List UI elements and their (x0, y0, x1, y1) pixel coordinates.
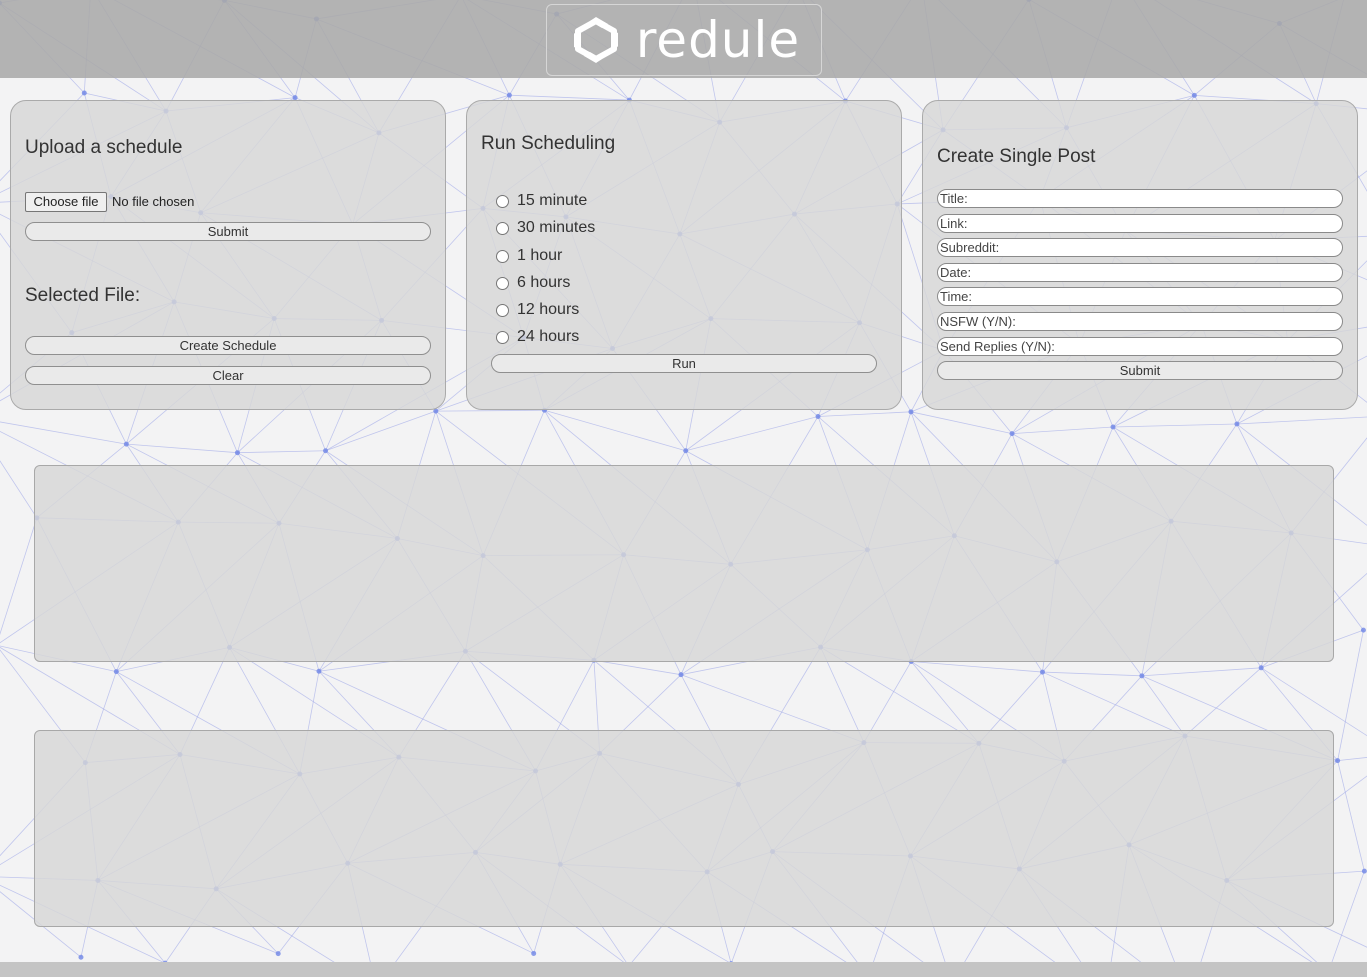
footer-bar (0, 962, 1367, 977)
network-node (1191, 92, 1197, 98)
interval-option-15-minute[interactable]: 15 minute (496, 191, 587, 211)
network-node (275, 951, 281, 957)
network-node (1234, 421, 1240, 427)
logo[interactable]: redule (546, 4, 822, 76)
network-node (1039, 669, 1045, 675)
interval-option-1-hour[interactable]: 1 hour (496, 246, 562, 266)
network-line (911, 661, 1043, 673)
network-line (1141, 667, 1262, 677)
run-scheduling-title: Run Scheduling (481, 133, 616, 154)
selected-file-label: Selected File: (25, 285, 141, 306)
radio-button[interactable] (496, 221, 509, 235)
network-line (435, 409, 545, 412)
network-line (817, 411, 911, 417)
header-bar: redule (0, 0, 1367, 78)
upload-submit-button[interactable]: Submit (25, 222, 431, 241)
send-replies-field[interactable]: Send Replies (Y/N): (937, 337, 1343, 356)
interval-option-label: 1 hour (517, 247, 563, 264)
schedule-display-panel (34, 465, 1334, 662)
date-field[interactable]: Date: (937, 263, 1343, 282)
upload-schedule-card: Upload a schedule Choose file No file ch… (10, 100, 446, 410)
network-line (1011, 426, 1114, 435)
network-node (234, 450, 240, 456)
network-node (815, 414, 821, 420)
create-single-post-card: Create Single Post Title: Link: Subreddi… (922, 100, 1358, 410)
network-line (126, 443, 238, 454)
network-line (1337, 760, 1365, 872)
network-node (678, 672, 684, 678)
network-line (1337, 630, 1364, 761)
choose-file-button[interactable]: Choose file (25, 192, 107, 212)
network-node (1009, 431, 1015, 437)
create-single-post-title: Create Single Post (937, 146, 1096, 167)
network-node (316, 668, 322, 674)
radio-button[interactable] (496, 276, 509, 290)
interval-option-label: 15 minute (517, 192, 588, 209)
interval-option-label: 6 hours (517, 274, 571, 291)
title-field[interactable]: Title: (937, 189, 1343, 208)
network-node (1110, 424, 1116, 430)
network-node (323, 448, 329, 454)
network-line (1184, 667, 1262, 737)
create-schedule-button[interactable]: Create Schedule (25, 336, 431, 355)
interval-option-30-minutes[interactable]: 30 minutes (496, 218, 595, 238)
network-node (81, 90, 87, 96)
network-node (1258, 665, 1264, 671)
network-node (1361, 868, 1367, 874)
network-line (0, 460, 38, 519)
network-node (113, 669, 119, 675)
network-line (1113, 423, 1237, 428)
subreddit-field[interactable]: Subreddit: (937, 238, 1343, 257)
network-line (685, 416, 819, 452)
radio-button[interactable] (496, 194, 509, 208)
network-line (1042, 671, 1142, 677)
network-line (1236, 416, 1367, 425)
network-line (237, 450, 326, 454)
network-node (1139, 673, 1145, 679)
network-node (78, 954, 84, 960)
network-line (544, 409, 686, 452)
network-line (325, 410, 436, 452)
upload-schedule-title: Upload a schedule (25, 137, 183, 158)
radio-button[interactable] (496, 330, 509, 344)
network-node (683, 448, 689, 454)
output-display-panel (34, 730, 1334, 927)
interval-option-6-hours[interactable]: 6 hours (496, 273, 570, 293)
network-node (1360, 627, 1366, 633)
network-line (0, 517, 38, 636)
clear-button[interactable]: Clear (25, 366, 431, 385)
network-node (908, 409, 914, 415)
network-node (531, 950, 537, 956)
network-line (1337, 757, 1367, 762)
no-file-chosen-text: No file chosen (112, 194, 195, 209)
network-node (123, 441, 129, 447)
interval-option-12-hours[interactable]: 12 hours (496, 300, 579, 320)
run-scheduling-card: Run Scheduling 15 minute 30 minutes 1 ho… (466, 100, 902, 410)
post-submit-button[interactable]: Submit (937, 361, 1343, 380)
link-field[interactable]: Link: (937, 214, 1343, 233)
interval-option-label: 12 hours (517, 301, 580, 318)
network-node (1335, 758, 1341, 764)
network-node (506, 92, 512, 98)
logo-text: redule (635, 11, 801, 69)
interval-option-label: 30 minutes (517, 219, 596, 236)
network-line (593, 659, 682, 676)
radio-button[interactable] (496, 249, 509, 263)
time-field[interactable]: Time: (937, 287, 1343, 306)
network-line (1042, 671, 1186, 737)
radio-button[interactable] (496, 303, 509, 317)
interval-option-label: 24 hours (517, 328, 580, 345)
run-button[interactable]: Run (491, 354, 877, 373)
nsfw-field[interactable]: NSFW (Y/N): (937, 312, 1343, 331)
network-line (0, 421, 127, 445)
hexagon-swirl-logo-icon (573, 17, 618, 63)
interval-option-24-hours[interactable]: 24 hours (496, 327, 579, 347)
